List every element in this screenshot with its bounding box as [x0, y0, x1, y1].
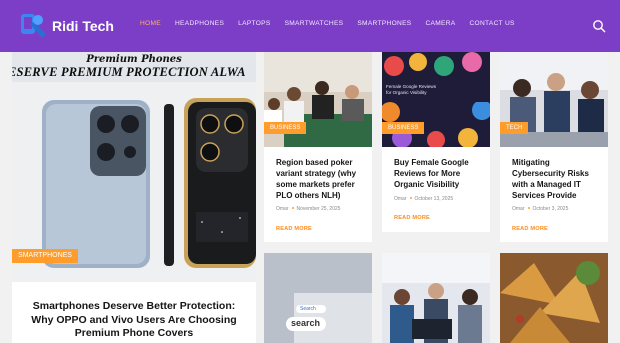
featured-post-image[interactable]: Premium Phones ESERVE PREMIUM PROTECTION…: [12, 52, 256, 282]
post-card[interactable]: TECH Mitigating Cybersecurity Risks with…: [500, 52, 608, 242]
post-card[interactable]: BUSINESS Region based poker variant stra…: [264, 52, 372, 242]
post-card-image[interactable]: [500, 253, 608, 343]
nav-item-camera[interactable]: CAMERA: [425, 20, 455, 27]
search-icon[interactable]: [592, 19, 606, 33]
author-name[interactable]: Omar: [512, 206, 525, 212]
post-date: October 13, 2025: [414, 196, 454, 202]
post-card-title[interactable]: Mitigating Cybersecurity Risks with a Ma…: [512, 157, 602, 201]
read-more-link[interactable]: READ MORE: [394, 215, 430, 221]
post-card[interactable]: Search search: [264, 253, 372, 343]
post-card-image[interactable]: Search search: [264, 253, 372, 343]
logo-icon: [21, 14, 46, 38]
post-card[interactable]: [382, 253, 490, 343]
post-date: November 25, 2025: [296, 206, 341, 212]
post-card[interactable]: Female Google Reviews for Organic Visibi…: [382, 52, 490, 232]
post-card-image[interactable]: BUSINESS: [264, 52, 372, 147]
post-card-meta: Omar October 3, 2025: [512, 206, 568, 212]
read-more-link[interactable]: READ MORE: [512, 226, 548, 232]
image-banner-text: ESERVE PREMIUM PROTECTION ALWA: [12, 65, 246, 79]
nav-item-smartphones[interactable]: SMARTPHONES: [357, 20, 411, 27]
site-logo[interactable]: Ridi Tech: [16, 12, 114, 42]
image-text: search: [291, 318, 321, 328]
meta-separator: [291, 207, 294, 210]
category-tag[interactable]: SMARTPHONES: [12, 249, 78, 263]
post-card-title[interactable]: Buy Female Google Reviews for More Organ…: [394, 157, 484, 190]
post-card-image[interactable]: [382, 253, 490, 343]
search-bar-photo: [264, 253, 372, 343]
post-date: October 3, 2025: [532, 206, 569, 212]
post-card-image[interactable]: Female Google Reviews for Organic Visibi…: [382, 52, 490, 147]
nav-item-home[interactable]: HOME: [140, 20, 161, 27]
nav-item-laptops[interactable]: LAPTOPS: [238, 20, 270, 27]
meta-separator: [527, 207, 530, 210]
read-more-link[interactable]: READ MORE: [276, 226, 312, 232]
image-text: Search: [300, 306, 316, 312]
nav-item-contact-us[interactable]: CONTACT US: [469, 20, 514, 27]
category-tag[interactable]: TECH: [500, 122, 529, 134]
site-header: Ridi Tech HOME HEADPHONES LAPTOPS SMARTW…: [0, 0, 620, 52]
office-team-photo: [382, 253, 490, 343]
post-card-meta: Omar October 13, 2025: [394, 196, 453, 202]
image-caption: Female Google Reviews for Organic Visibi…: [386, 84, 437, 95]
main-nav: HOME HEADPHONES LAPTOPS SMARTWATCHES SMA…: [140, 20, 529, 27]
meta-separator: [409, 197, 412, 200]
food-photo: [500, 253, 608, 343]
category-tag[interactable]: BUSINESS: [264, 122, 307, 134]
image-kicker-text: Premium Phones: [86, 54, 182, 65]
author-name[interactable]: Omar: [394, 196, 407, 202]
nav-item-headphones[interactable]: HEADPHONES: [175, 20, 224, 27]
nav-item-smartwatches[interactable]: SMARTWATCHES: [285, 20, 344, 27]
post-card-meta: Omar November 25, 2025: [276, 206, 340, 212]
category-tag[interactable]: BUSINESS: [382, 122, 425, 134]
post-card[interactable]: [500, 253, 608, 343]
post-card-image[interactable]: TECH: [500, 52, 608, 147]
site-name: Ridi Tech: [52, 18, 114, 34]
featured-post-title[interactable]: Smartphones Deserve Better Protection: W…: [22, 300, 246, 341]
phones-illustration: [12, 52, 256, 282]
post-card-title[interactable]: Region based poker variant strategy (why…: [276, 157, 366, 201]
author-name[interactable]: Omar: [276, 206, 289, 212]
featured-post[interactable]: Premium Phones ESERVE PREMIUM PROTECTION…: [12, 52, 256, 343]
